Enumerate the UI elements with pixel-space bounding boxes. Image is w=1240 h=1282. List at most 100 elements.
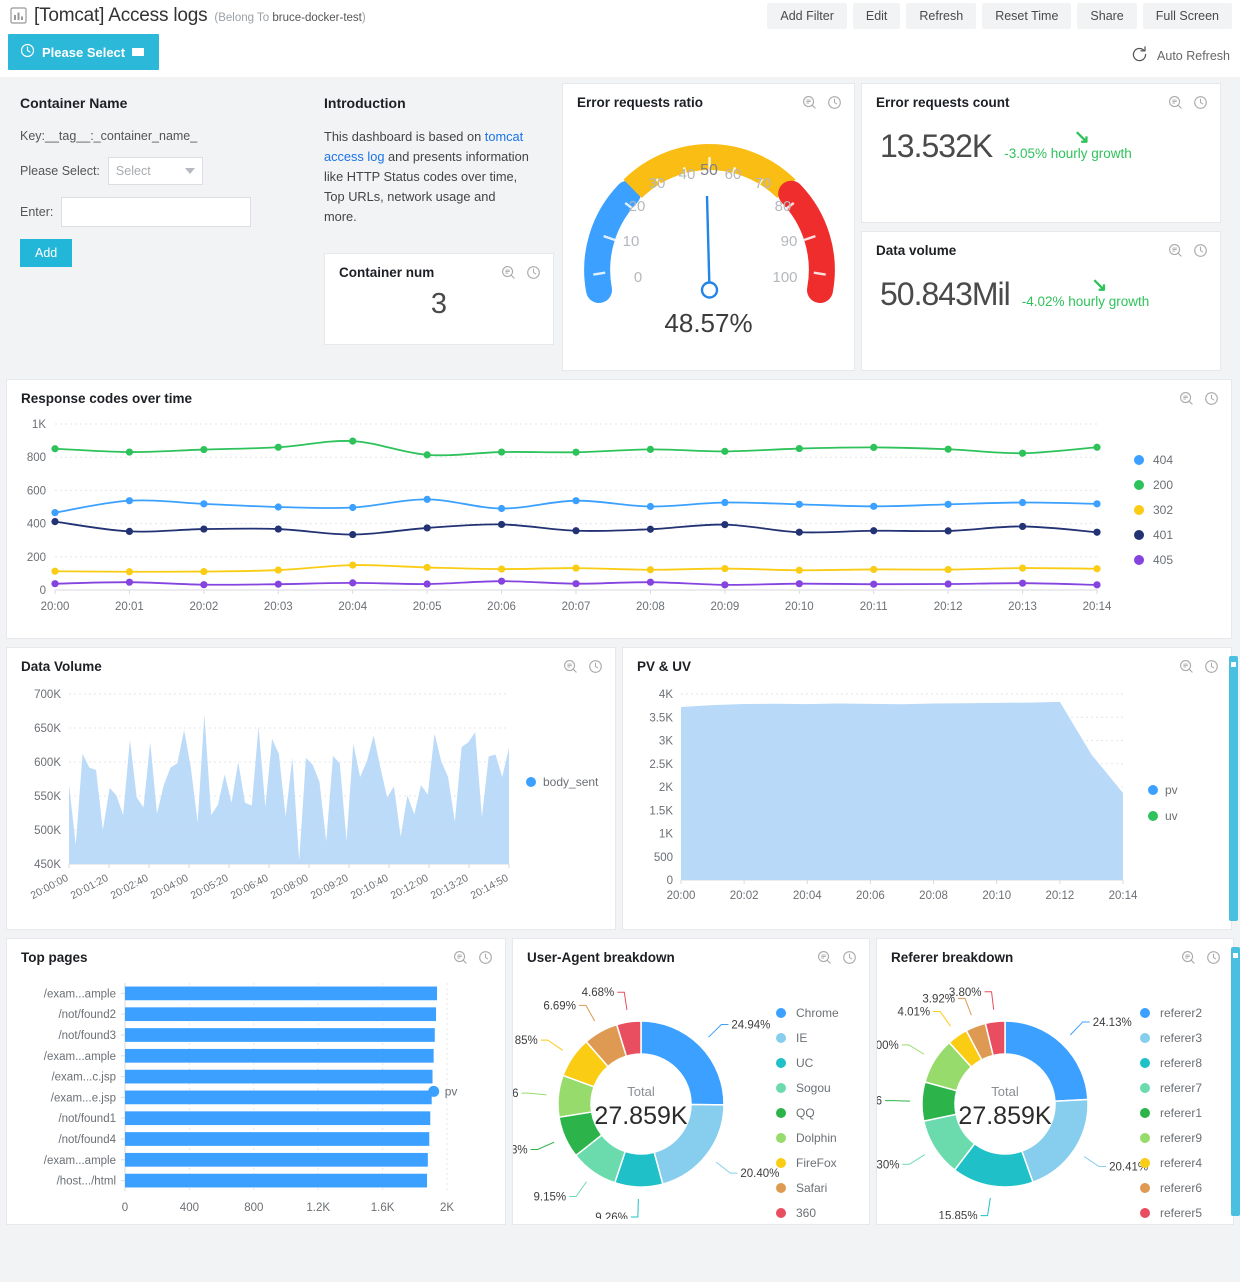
reset-time-button[interactable]: Reset Time <box>982 3 1072 29</box>
clock-icon[interactable] <box>1193 95 1208 110</box>
query-icon[interactable] <box>453 950 468 965</box>
clock-icon[interactable] <box>1204 391 1219 406</box>
svg-text:800: 800 <box>27 452 46 464</box>
row-middle: Data Volume 450K 500K 550K 600K 650K 700K 20:0… <box>6 647 1238 930</box>
gauge-tick-0: 0 <box>634 269 642 286</box>
belong-suffix: ) <box>361 12 366 24</box>
svg-text:20:00: 20:00 <box>667 890 696 902</box>
auto-refresh-toggle[interactable]: Auto Refresh <box>1130 45 1230 67</box>
response-codes-chart: 0 200 400 600 800 1K 20:00 20:01 20:02 20:03 20:04… <box>27 419 1174 613</box>
clock-icon[interactable] <box>588 659 603 674</box>
legend-label: Chrome <box>796 1006 839 1020</box>
enter-input[interactable] <box>61 197 252 227</box>
refresh-button[interactable]: Refresh <box>906 3 977 29</box>
clock-icon[interactable] <box>842 950 857 965</box>
data-volume-card: Data Volume 450K 500K 550K 600K 650K 700K 20:0… <box>6 647 616 930</box>
data-volume-kpi-title: Data volume <box>876 243 957 258</box>
svg-text:2.5K: 2.5K <box>649 759 673 771</box>
add-filter-button[interactable]: Add Filter <box>767 3 847 29</box>
svg-text:20:13: 20:13 <box>1008 601 1037 613</box>
auto-refresh-label: Auto Refresh <box>1157 49 1230 63</box>
gauge-tick-90: 90 <box>781 233 798 250</box>
introduction-title: Introduction <box>324 95 406 111</box>
svg-text:20:03: 20:03 <box>264 601 293 613</box>
legend-dot <box>776 1033 786 1043</box>
svg-text:20:04:00: 20:04:00 <box>149 872 191 902</box>
clock-icon[interactable] <box>526 265 541 280</box>
svg-text:700K: 700K <box>34 689 61 701</box>
clock-icon[interactable] <box>1193 243 1208 258</box>
query-icon[interactable] <box>817 950 832 965</box>
header-actions: Add Filter Edit Refresh Reset Time Share… <box>767 3 1232 29</box>
time-range-select[interactable]: Please Select <box>8 34 160 70</box>
svg-text:0: 0 <box>667 875 673 887</box>
belong-to: (Belong To bruce-docker-test) <box>214 12 365 24</box>
clock-icon[interactable] <box>478 950 493 965</box>
svg-text:20:02: 20:02 <box>189 601 218 613</box>
chevron-down-icon <box>132 48 145 56</box>
svg-text:20:09:20: 20:09:20 <box>309 872 351 902</box>
dashboard-icon <box>10 7 27 24</box>
svg-text:200: 200 <box>27 552 46 564</box>
svg-text:/not/found1: /not/found1 <box>58 1113 116 1125</box>
dashboard-board: Container Name Key:__tag__:_container_na… <box>0 77 1240 1225</box>
edit-button[interactable]: Edit <box>852 3 901 29</box>
legend-dot <box>1140 1058 1150 1068</box>
query-icon[interactable] <box>1181 950 1196 965</box>
error-ratio-title: Error requests ratio <box>577 95 704 110</box>
share-button[interactable]: Share <box>1077 3 1137 29</box>
donut-label: 6.69% <box>543 1000 576 1012</box>
clock-icon[interactable] <box>1206 950 1221 965</box>
clock-icon[interactable] <box>827 95 842 110</box>
query-icon[interactable] <box>1168 243 1183 258</box>
svg-text:400: 400 <box>180 1202 199 1214</box>
container-name-panel: Container Name Key:__tag__:_container_na… <box>6 83 318 267</box>
filter-key-label: Key:__tag__:_container_name_ <box>20 129 198 143</box>
referer-title: Referer breakdown <box>891 950 1014 965</box>
top-pages-card: Top pages 0 400 800 1.2K 1.6K 2K/exam...ample… <box>6 938 506 1225</box>
legend-label: referer8 <box>1160 1056 1202 1070</box>
query-icon[interactable] <box>802 95 817 110</box>
full-screen-button[interactable]: Full Screen <box>1142 3 1232 29</box>
query-icon[interactable] <box>1179 659 1194 674</box>
svg-text:20:00:00: 20:00:00 <box>29 872 71 902</box>
top-pages-title: Top pages <box>21 950 88 965</box>
clock-icon <box>20 43 35 61</box>
query-icon[interactable] <box>563 659 578 674</box>
svg-text:20:05:20: 20:05:20 <box>189 872 231 902</box>
svg-text:2K: 2K <box>440 1202 454 1214</box>
legend-dot <box>1140 1158 1150 1168</box>
pv-uv-title: PV & UV <box>637 659 692 674</box>
user-agent-donut: 24.94% 20.40% 9.26% 9.15% 3% 6 85% 6.69% 4.68% To… <box>511 987 839 1224</box>
card-resize-handle[interactable] <box>1229 656 1238 921</box>
container-select[interactable]: Select <box>107 157 203 185</box>
donut-label: 30% <box>877 1159 899 1171</box>
donut-label: 6 <box>877 1096 882 1108</box>
query-icon[interactable] <box>1179 391 1194 406</box>
legend-label: FireFox <box>796 1156 837 1170</box>
arrow-down-icon: ↘ <box>1091 275 1108 296</box>
legend-label: referer5 <box>1160 1206 1202 1219</box>
svg-text:pv: pv <box>445 1084 458 1098</box>
arrow-down-icon: ↘ <box>1073 127 1090 148</box>
add-button[interactable]: Add <box>20 239 73 267</box>
legend-dot <box>776 1183 786 1193</box>
query-icon[interactable] <box>501 265 516 280</box>
svg-text:20:06:40: 20:06:40 <box>229 872 271 902</box>
refresh-icon <box>1130 45 1149 67</box>
svg-text:404: 404 <box>1153 453 1173 467</box>
gauge-tick-40: 40 <box>679 166 696 183</box>
legend-dot <box>776 1083 786 1093</box>
card-resize-handle[interactable] <box>1231 947 1240 1216</box>
donut-label: 00% <box>877 1040 899 1052</box>
error-count-growth: ↘ -3.05% hourly growth <box>1004 127 1132 165</box>
donut-label: 3% <box>513 1144 528 1156</box>
query-icon[interactable] <box>1168 95 1183 110</box>
legend-label: IE <box>796 1031 807 1045</box>
svg-text:20:12: 20:12 <box>1045 890 1074 902</box>
svg-text:800: 800 <box>244 1202 263 1214</box>
svg-text:1K: 1K <box>32 419 46 431</box>
belong-value: bruce-docker-test <box>272 12 362 24</box>
svg-text:uv: uv <box>1165 809 1178 823</box>
clock-icon[interactable] <box>1204 659 1219 674</box>
